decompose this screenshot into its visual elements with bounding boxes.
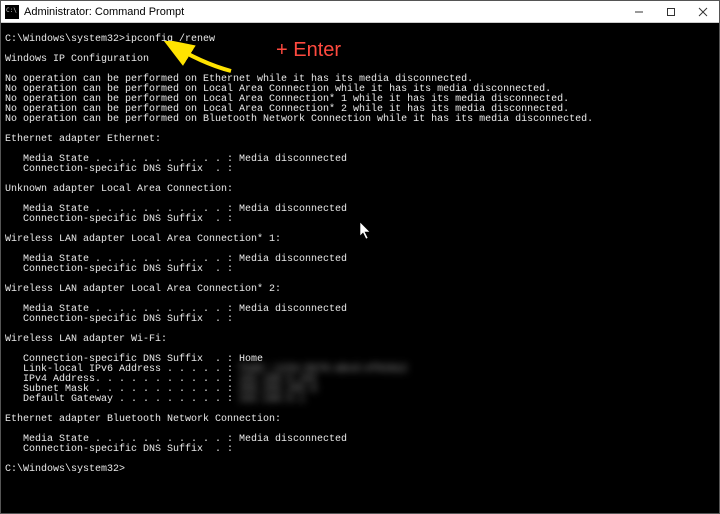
adapter-title: Wireless LAN adapter Local Area Connecti… [5, 284, 281, 295]
command-prompt-window: Administrator: Command Prompt C:\Windows… [0, 0, 720, 514]
adapter-title: Wireless LAN adapter Wi-Fi: [5, 334, 167, 345]
wifi-gw-value: 192.168.0.1 [239, 395, 305, 405]
titlebar[interactable]: Administrator: Command Prompt [1, 1, 719, 23]
adapter-line: Connection-specific DNS Suffix . : [5, 264, 233, 275]
wifi-gw-label: Default Gateway . . . . . . . . . : [5, 394, 239, 405]
adapter-line: Connection-specific DNS Suffix . : [5, 444, 233, 455]
cmd-icon [5, 5, 19, 19]
annotation-enter-text: + Enter [276, 45, 341, 55]
maximize-button[interactable] [655, 1, 687, 22]
output-heading: Windows IP Configuration [5, 54, 149, 65]
adapter-line: Connection-specific DNS Suffix . : [5, 314, 233, 325]
adapter-title: Ethernet adapter Bluetooth Network Conne… [5, 414, 281, 425]
close-button[interactable] [687, 1, 719, 22]
mouse-cursor-icon [360, 222, 372, 240]
adapter-line: Connection-specific DNS Suffix . : [5, 164, 233, 175]
window-title: Administrator: Command Prompt [24, 6, 623, 18]
adapter-line: Connection-specific DNS Suffix . : [5, 214, 233, 225]
minimize-button[interactable] [623, 1, 655, 22]
adapter-title: Ethernet adapter Ethernet: [5, 134, 161, 145]
typed-command: ipconfig /renew [125, 34, 215, 45]
prompt: C:\Windows\system32> [5, 464, 125, 475]
console-output[interactable]: C:\Windows\system32>ipconfig /renew Wind… [1, 23, 719, 513]
adapter-title: Wireless LAN adapter Local Area Connecti… [5, 234, 281, 245]
adapter-title: Unknown adapter Local Area Connection: [5, 184, 233, 195]
error-line: No operation can be performed on Bluetoo… [5, 114, 593, 125]
prompt: C:\Windows\system32> [5, 34, 125, 45]
window-controls [623, 1, 719, 22]
